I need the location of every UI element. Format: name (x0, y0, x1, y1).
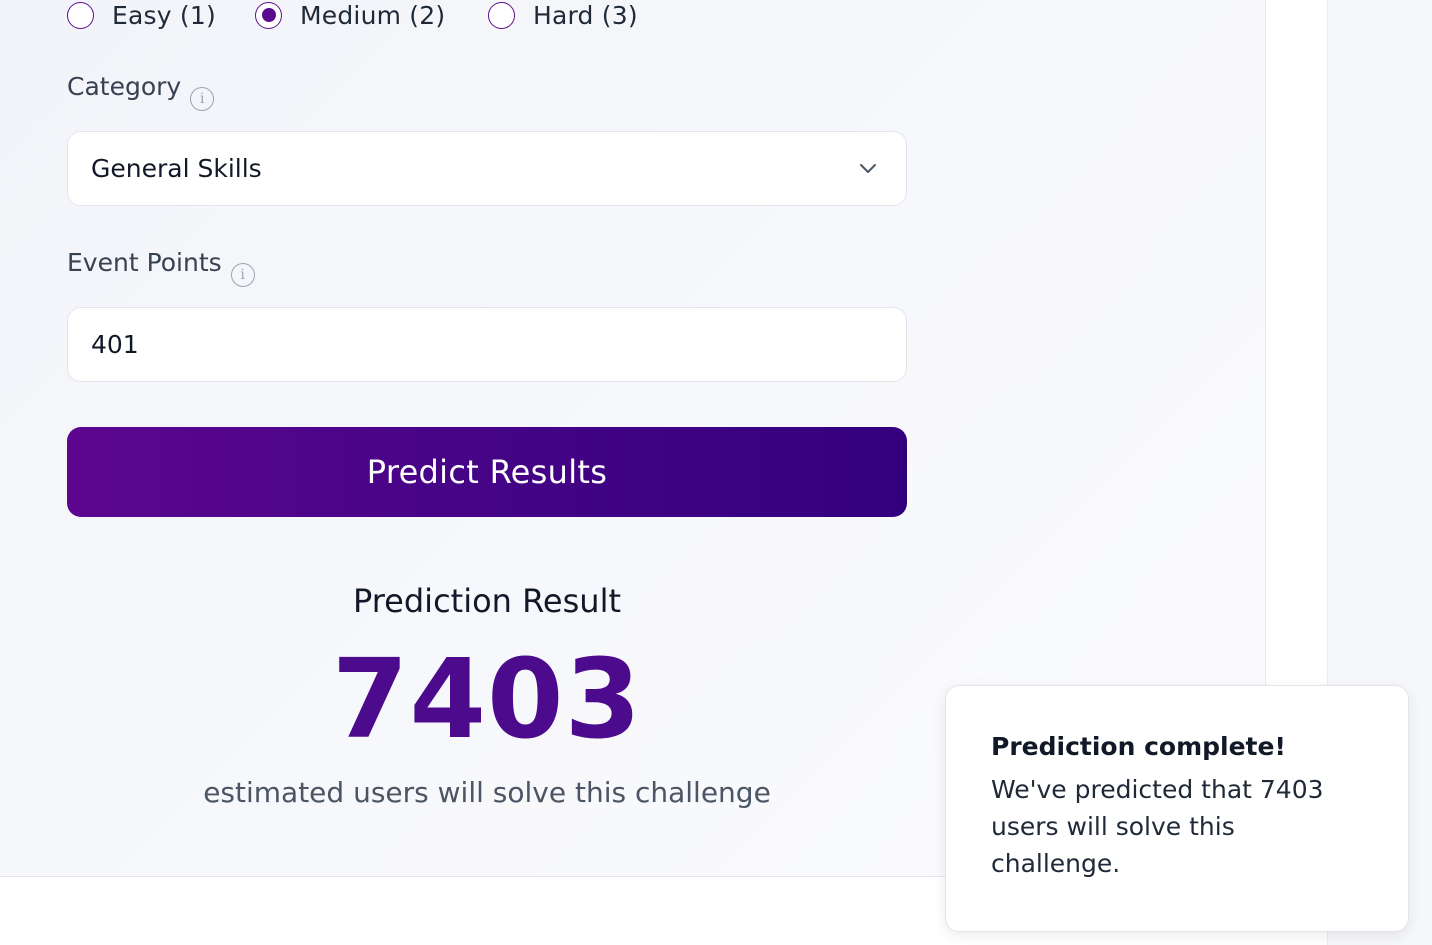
category-label: Category i (67, 72, 215, 111)
result-caption: estimated users will solve this challeng… (203, 776, 771, 809)
info-icon[interactable]: i (230, 263, 255, 287)
event-points-value: 401 (91, 330, 139, 359)
chevron-down-icon (860, 164, 876, 173)
info-icon[interactable]: i (190, 87, 215, 111)
radio-button-hard[interactable] (488, 1, 515, 29)
event-points-label-text: Event Points (67, 248, 222, 277)
radio-button-medium[interactable] (255, 1, 282, 29)
difficulty-radio-medium[interactable]: Medium (2) (255, 0, 445, 30)
radio-label-easy: Easy (1) (112, 0, 216, 30)
toast-title: Prediction complete! (991, 732, 1286, 761)
result-value: 7403 (331, 635, 643, 763)
toast-notification[interactable]: Prediction complete! We've predicted tha… (945, 685, 1409, 932)
event-points-input[interactable]: 401 (67, 307, 907, 382)
difficulty-radio-easy[interactable]: Easy (1) (67, 0, 216, 30)
radio-button-easy[interactable] (67, 1, 94, 29)
radio-label-hard: Hard (3) (533, 0, 638, 30)
category-select[interactable]: General Skills (67, 131, 907, 206)
event-points-label: Event Points i (67, 248, 255, 287)
predict-results-button[interactable]: Predict Results (67, 427, 907, 517)
toast-message: We've predicted that 7403 users will sol… (991, 775, 1324, 878)
result-title: Prediction Result (352, 582, 621, 620)
category-label-text: Category (67, 72, 182, 101)
category-selected-value: General Skills (91, 154, 262, 183)
difficulty-radio-hard[interactable]: Hard (3) (488, 0, 638, 30)
radio-label-medium: Medium (2) (300, 0, 446, 30)
